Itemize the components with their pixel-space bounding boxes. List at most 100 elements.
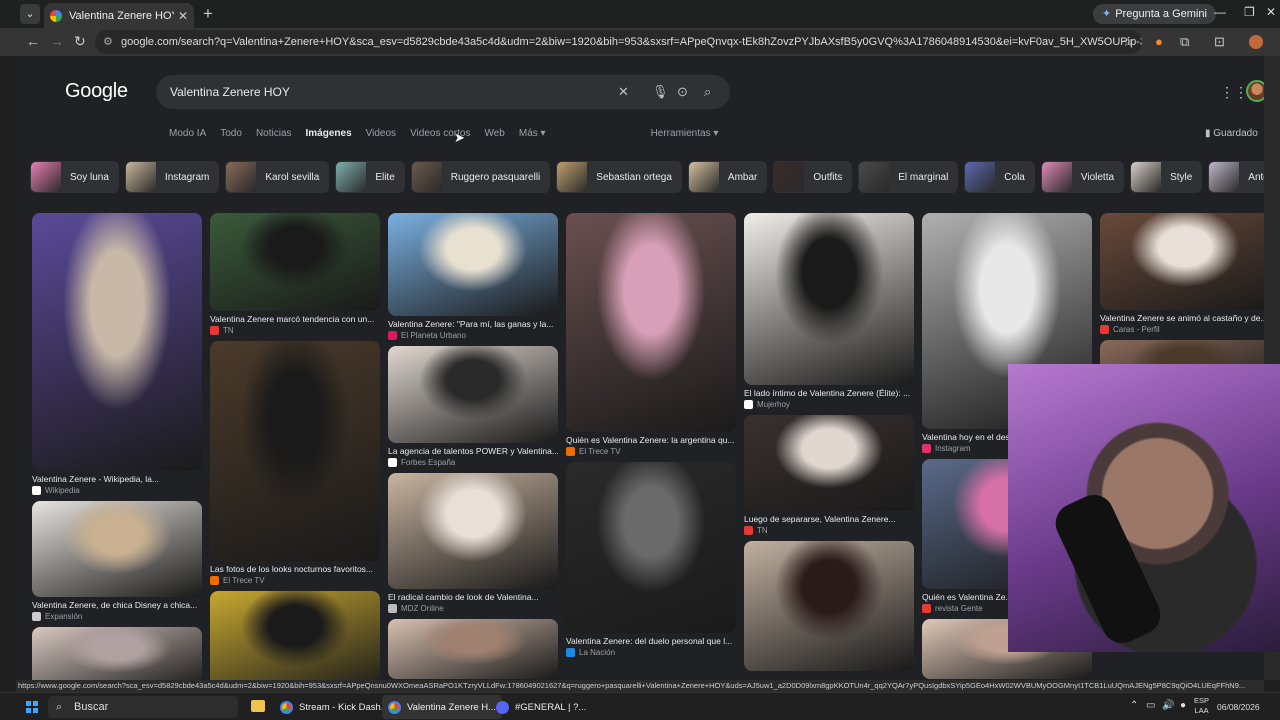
- bookmark-star-icon[interactable]: ☆: [1122, 30, 1134, 54]
- tab-todo[interactable]: Todo: [220, 128, 242, 139]
- forward-icon[interactable]: →: [50, 33, 64, 49]
- image-result[interactable]: Valentina Zenere se animó al castaño y d…: [1100, 213, 1264, 334]
- image-result[interactable]: Luego de separarse, Valentina Zenere... T…: [744, 415, 914, 535]
- mic-tray-icon[interactable]: ●: [1180, 700, 1186, 711]
- result-thumbnail[interactable]: [210, 341, 380, 561]
- image-result[interactable]: Valentina Zenere: "Para mí, las ganas y …: [388, 213, 558, 340]
- image-result[interactable]: [32, 627, 202, 680]
- refinement-chip[interactable]: Cola: [964, 161, 1035, 193]
- extensions-puzzle-icon[interactable]: ⧉: [1180, 34, 1189, 50]
- download-icon[interactable]: ⊡: [1214, 34, 1225, 50]
- result-source[interactable]: El Trece TV: [210, 576, 380, 585]
- google-apps-icon[interactable]: ⋮⋮: [1220, 84, 1248, 101]
- refinement-chip[interactable]: Ambar: [687, 161, 768, 193]
- result-thumbnail[interactable]: [566, 213, 736, 432]
- tab-imágenes[interactable]: Imágenes: [306, 128, 352, 139]
- network-icon[interactable]: ▭: [1146, 700, 1155, 711]
- tools-dropdown[interactable]: Herramientas ▾: [651, 128, 719, 139]
- windows-start-icon[interactable]: [26, 701, 38, 713]
- result-thumbnail[interactable]: [1100, 213, 1264, 310]
- back-icon[interactable]: ←: [26, 33, 40, 49]
- result-source[interactable]: Mujerhoy: [744, 400, 914, 409]
- result-caption[interactable]: El lado íntimo de Valentina Zenere (Élit…: [744, 388, 914, 398]
- clear-icon[interactable]: ✕: [618, 84, 629, 100]
- result-source[interactable]: TN: [744, 526, 914, 535]
- result-thumbnail[interactable]: [388, 619, 558, 679]
- microphone-icon[interactable]: 🎙: [652, 84, 669, 100]
- maximize-button[interactable]: ❐: [1244, 5, 1255, 19]
- image-result[interactable]: [388, 619, 558, 679]
- refinement-chip[interactable]: Elite: [335, 161, 405, 193]
- taskbar-date[interactable]: 06/08/2026: [1217, 702, 1260, 712]
- result-caption[interactable]: Valentina Zenere, de chica Disney a chic…: [32, 600, 202, 610]
- result-thumbnail[interactable]: [32, 501, 202, 597]
- taskbar-item-discord[interactable]: #GENERAL | ?...: [490, 695, 592, 719]
- refinement-chip[interactable]: Outfits: [773, 161, 853, 193]
- result-caption[interactable]: La agencia de talentos POWER y Valentina…: [388, 446, 558, 456]
- result-source[interactable]: Expansión: [32, 612, 202, 621]
- result-caption[interactable]: Luego de separarse, Valentina Zenere...: [744, 514, 914, 524]
- result-caption[interactable]: Valentina Zenere marcó tendencia con un.…: [210, 314, 380, 324]
- saved-button[interactable]: ▮ Guardado: [1205, 128, 1258, 139]
- result-source[interactable]: Forbes España: [388, 458, 558, 467]
- result-thumbnail[interactable]: [388, 346, 558, 443]
- result-source[interactable]: El Trece TV: [566, 447, 736, 456]
- result-thumbnail[interactable]: [744, 415, 914, 511]
- result-caption[interactable]: Valentina Zenere - Wikipedia, la...: [32, 474, 202, 484]
- result-source[interactable]: Wikipedia: [32, 486, 202, 495]
- search-query[interactable]: Valentina Zenere HOY: [170, 85, 290, 99]
- refinement-chip[interactable]: El marginal: [858, 161, 959, 193]
- volume-icon[interactable]: 🔊: [1162, 700, 1174, 711]
- image-result[interactable]: La agencia de talentos POWER y Valentina…: [388, 346, 558, 467]
- profile-avatar[interactable]: [1249, 35, 1263, 49]
- tab-noticias[interactable]: Noticias: [256, 128, 292, 139]
- result-caption[interactable]: Valentina Zenere se animó al castaño y d…: [1100, 313, 1264, 323]
- image-result[interactable]: [744, 541, 914, 671]
- browser-tab-active[interactable]: Valentina Zenere HOY - Buscar ✕: [44, 3, 194, 28]
- gemini-button[interactable]: ✦ Pregunta a Gemini: [1093, 4, 1216, 24]
- image-result[interactable]: Las fotos de los looks nocturnos favorit…: [210, 341, 380, 585]
- result-thumbnail[interactable]: [744, 541, 914, 671]
- file-explorer-icon[interactable]: [251, 700, 265, 712]
- extension-icon[interactable]: ●: [1155, 34, 1163, 49]
- address-bar[interactable]: ⚙ google.com/search?q=Valentina+Zenere+H…: [95, 30, 1142, 54]
- search-box[interactable]: Valentina Zenere HOY ✕ 🎙 ⊙ ⌕: [156, 75, 730, 109]
- result-caption[interactable]: El radical cambio de look de Valentina..…: [388, 592, 558, 602]
- site-info-icon[interactable]: ⚙: [103, 30, 113, 54]
- result-caption[interactable]: Quién es Valentina Zenere: la argentina …: [566, 435, 736, 445]
- result-source[interactable]: La Nación: [566, 648, 736, 657]
- google-logo[interactable]: Google: [65, 80, 128, 103]
- tab-más-[interactable]: Más ▾: [519, 128, 546, 139]
- result-source[interactable]: TN: [210, 326, 380, 335]
- image-result[interactable]: Valentina Zenere marcó tendencia con un.…: [210, 213, 380, 335]
- image-result[interactable]: El radical cambio de look de Valentina..…: [388, 473, 558, 613]
- taskbar-search[interactable]: ⌕ Buscar: [48, 696, 238, 718]
- taskbar-item-stream[interactable]: Stream - Kick Dash...: [274, 695, 395, 719]
- image-result[interactable]: Valentina Zenere, de chica Disney a chic…: [32, 501, 202, 621]
- close-tab-icon[interactable]: ✕: [178, 9, 188, 23]
- result-thumbnail[interactable]: [388, 473, 558, 589]
- taskbar-item-valentina[interactable]: Valentina Zenere H...: [382, 695, 503, 719]
- refinement-chip[interactable]: Soy luna: [30, 161, 119, 193]
- tab-videos[interactable]: Videos: [366, 128, 396, 139]
- language-indicator[interactable]: ESP LAA: [1194, 696, 1209, 716]
- camera-lens-icon[interactable]: ⊙: [677, 84, 688, 100]
- refinement-chip[interactable]: Style: [1130, 161, 1203, 193]
- result-caption[interactable]: Valentina Zenere: del duelo personal que…: [566, 636, 736, 646]
- refinement-chip[interactable]: Instagram: [124, 161, 220, 193]
- result-source[interactable]: Caras - Perfil: [1100, 325, 1264, 334]
- image-result[interactable]: El lado íntimo de Valentina Zenere (Élit…: [744, 213, 914, 409]
- result-caption[interactable]: Valentina Zenere: "Para mí, las ganas y …: [388, 319, 558, 329]
- result-caption[interactable]: Las fotos de los looks nocturnos favorit…: [210, 564, 380, 574]
- tab-web[interactable]: Web: [484, 128, 504, 139]
- image-result[interactable]: Quién es Valentina Zenere: la argentina …: [566, 213, 736, 456]
- result-thumbnail[interactable]: [210, 213, 380, 311]
- refinement-chip[interactable]: Sebastian ortega: [556, 161, 682, 193]
- refinement-chip[interactable]: Antes: [1208, 161, 1264, 193]
- refinement-chip[interactable]: Karol sevilla: [225, 161, 330, 193]
- result-thumbnail[interactable]: [388, 213, 558, 316]
- result-thumbnail[interactable]: [566, 462, 736, 633]
- result-source[interactable]: MDZ Online: [388, 604, 558, 613]
- google-account-avatar[interactable]: [1246, 80, 1264, 102]
- reload-icon[interactable]: ↻: [74, 33, 86, 50]
